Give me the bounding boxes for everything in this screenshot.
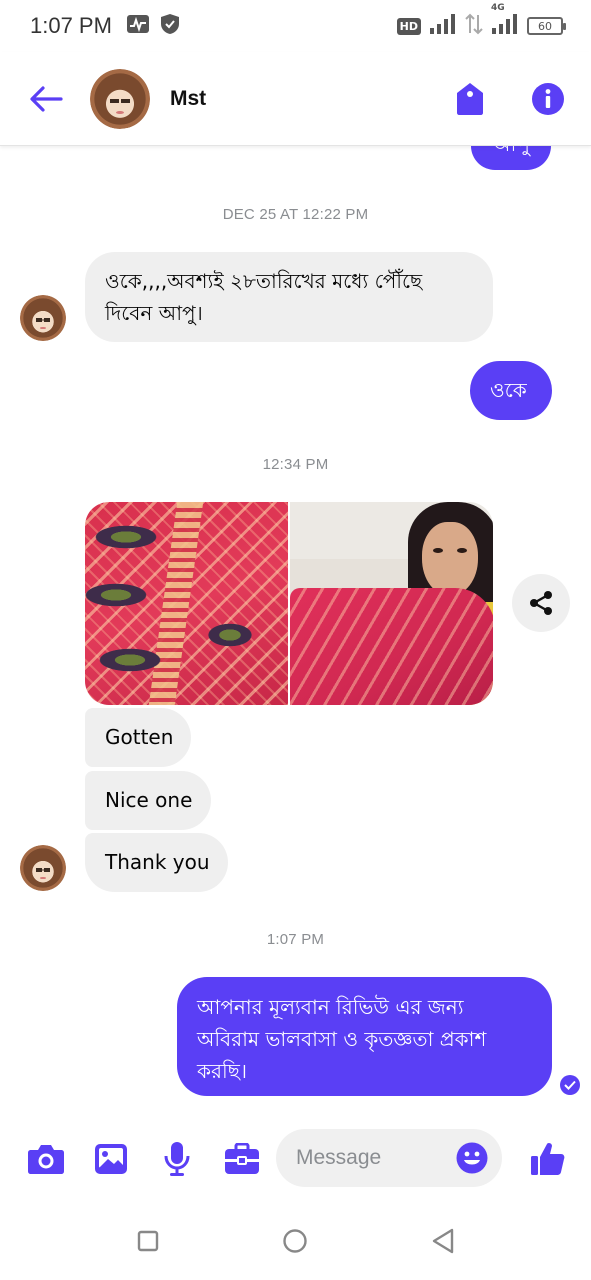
data-arrows-icon xyxy=(465,13,483,39)
info-button[interactable] xyxy=(529,80,567,118)
timestamp: 12:34 PM xyxy=(262,456,329,473)
gallery-button[interactable] xyxy=(90,1138,132,1180)
message-text-line: অবিরাম ভালবাসা ও কৃতজ্ঞতা প্রকাশ xyxy=(197,1027,487,1051)
message-input-container[interactable] xyxy=(276,1129,502,1187)
briefcase-icon xyxy=(225,1143,259,1174)
message-input[interactable] xyxy=(296,1146,446,1170)
message-text: Thank you xyxy=(105,850,210,874)
microphone-button[interactable] xyxy=(156,1138,198,1180)
message-text: ওকে xyxy=(490,378,527,402)
conversation-header: Mst xyxy=(0,52,591,146)
message-bubble-incoming[interactable]: Nice one xyxy=(85,771,211,830)
message-text: Gotten xyxy=(105,725,174,749)
camera-button[interactable] xyxy=(25,1138,67,1180)
thumbs-up-icon xyxy=(531,1142,565,1175)
message-text-line: ওকে,,,,অবশ্যই ২৮তারিখের মধ্যে পৌঁছে xyxy=(105,269,423,293)
back-button[interactable] xyxy=(26,79,66,119)
message-bubble-outgoing[interactable]: আপনার মূল্যবান রিভিউ এর জন্য অবিরাম ভালব… xyxy=(177,977,552,1096)
message-text-line: আপনার মূল্যবান রিভিউ এর জন্য xyxy=(197,995,464,1019)
recents-button[interactable] xyxy=(135,1228,161,1254)
shield-icon xyxy=(160,13,180,39)
photo-attachment[interactable] xyxy=(85,502,288,705)
tag-button[interactable] xyxy=(451,80,489,118)
back-arrow-icon xyxy=(30,85,63,112)
contact-avatar[interactable] xyxy=(90,68,150,129)
battery-level: 60 xyxy=(538,19,552,33)
battery-icon: 60 xyxy=(527,17,566,35)
activity-icon xyxy=(126,14,150,38)
microphone-icon xyxy=(164,1142,190,1176)
message-bubble-incoming[interactable]: Gotten xyxy=(85,708,191,767)
message-text-line: করছি। xyxy=(197,1059,247,1083)
info-icon xyxy=(532,82,564,115)
circle-icon xyxy=(283,1229,307,1253)
timestamp: DEC 25 AT 12:22 PM xyxy=(222,206,369,223)
triangle-back-icon xyxy=(432,1228,454,1254)
sender-avatar[interactable] xyxy=(20,845,66,891)
sender-avatar[interactable] xyxy=(20,295,66,341)
timestamp: 1:07 PM xyxy=(266,931,325,948)
system-navigation-bar xyxy=(0,1200,591,1280)
briefcase-button[interactable] xyxy=(221,1138,263,1180)
message-list[interactable]: আপু DEC 25 AT 12:22 PM ওকে,,,,অবশ্যই ২৮ত… xyxy=(0,126,591,1110)
status-time: 1:07 PM xyxy=(30,13,112,38)
seen-check-icon xyxy=(560,1075,580,1095)
signal-icon xyxy=(429,13,457,39)
home-button[interactable] xyxy=(282,1228,308,1254)
emoji-icon xyxy=(456,1142,488,1174)
emoji-button[interactable] xyxy=(456,1142,488,1174)
share-button[interactable] xyxy=(512,574,570,632)
signal-4g-icon: 4G xyxy=(491,3,519,39)
message-bubble-outgoing[interactable]: ওকে xyxy=(470,361,552,420)
message-bubble-incoming[interactable]: Thank you xyxy=(85,833,228,892)
message-bubble-incoming[interactable]: ওকে,,,,অবশ্যই ২৮তারিখের মধ্যে পৌঁছে দিবে… xyxy=(85,252,493,342)
status-bar: 1:07 PM HD 4G 60 xyxy=(0,0,591,52)
hd-badge: HD xyxy=(396,17,421,35)
like-button[interactable] xyxy=(527,1138,569,1180)
message-text: Nice one xyxy=(105,788,193,812)
square-icon xyxy=(137,1230,159,1252)
tag-icon xyxy=(457,82,483,115)
message-composer xyxy=(0,1118,591,1200)
network-label: 4G xyxy=(491,3,505,13)
photo-attachment[interactable] xyxy=(290,502,493,705)
gallery-icon xyxy=(95,1144,127,1174)
camera-icon xyxy=(28,1145,64,1174)
contact-name[interactable]: Mst xyxy=(170,87,206,111)
message-text-line: দিবেন আপু। xyxy=(105,301,203,325)
share-icon xyxy=(530,591,552,615)
back-nav-button[interactable] xyxy=(430,1228,456,1254)
